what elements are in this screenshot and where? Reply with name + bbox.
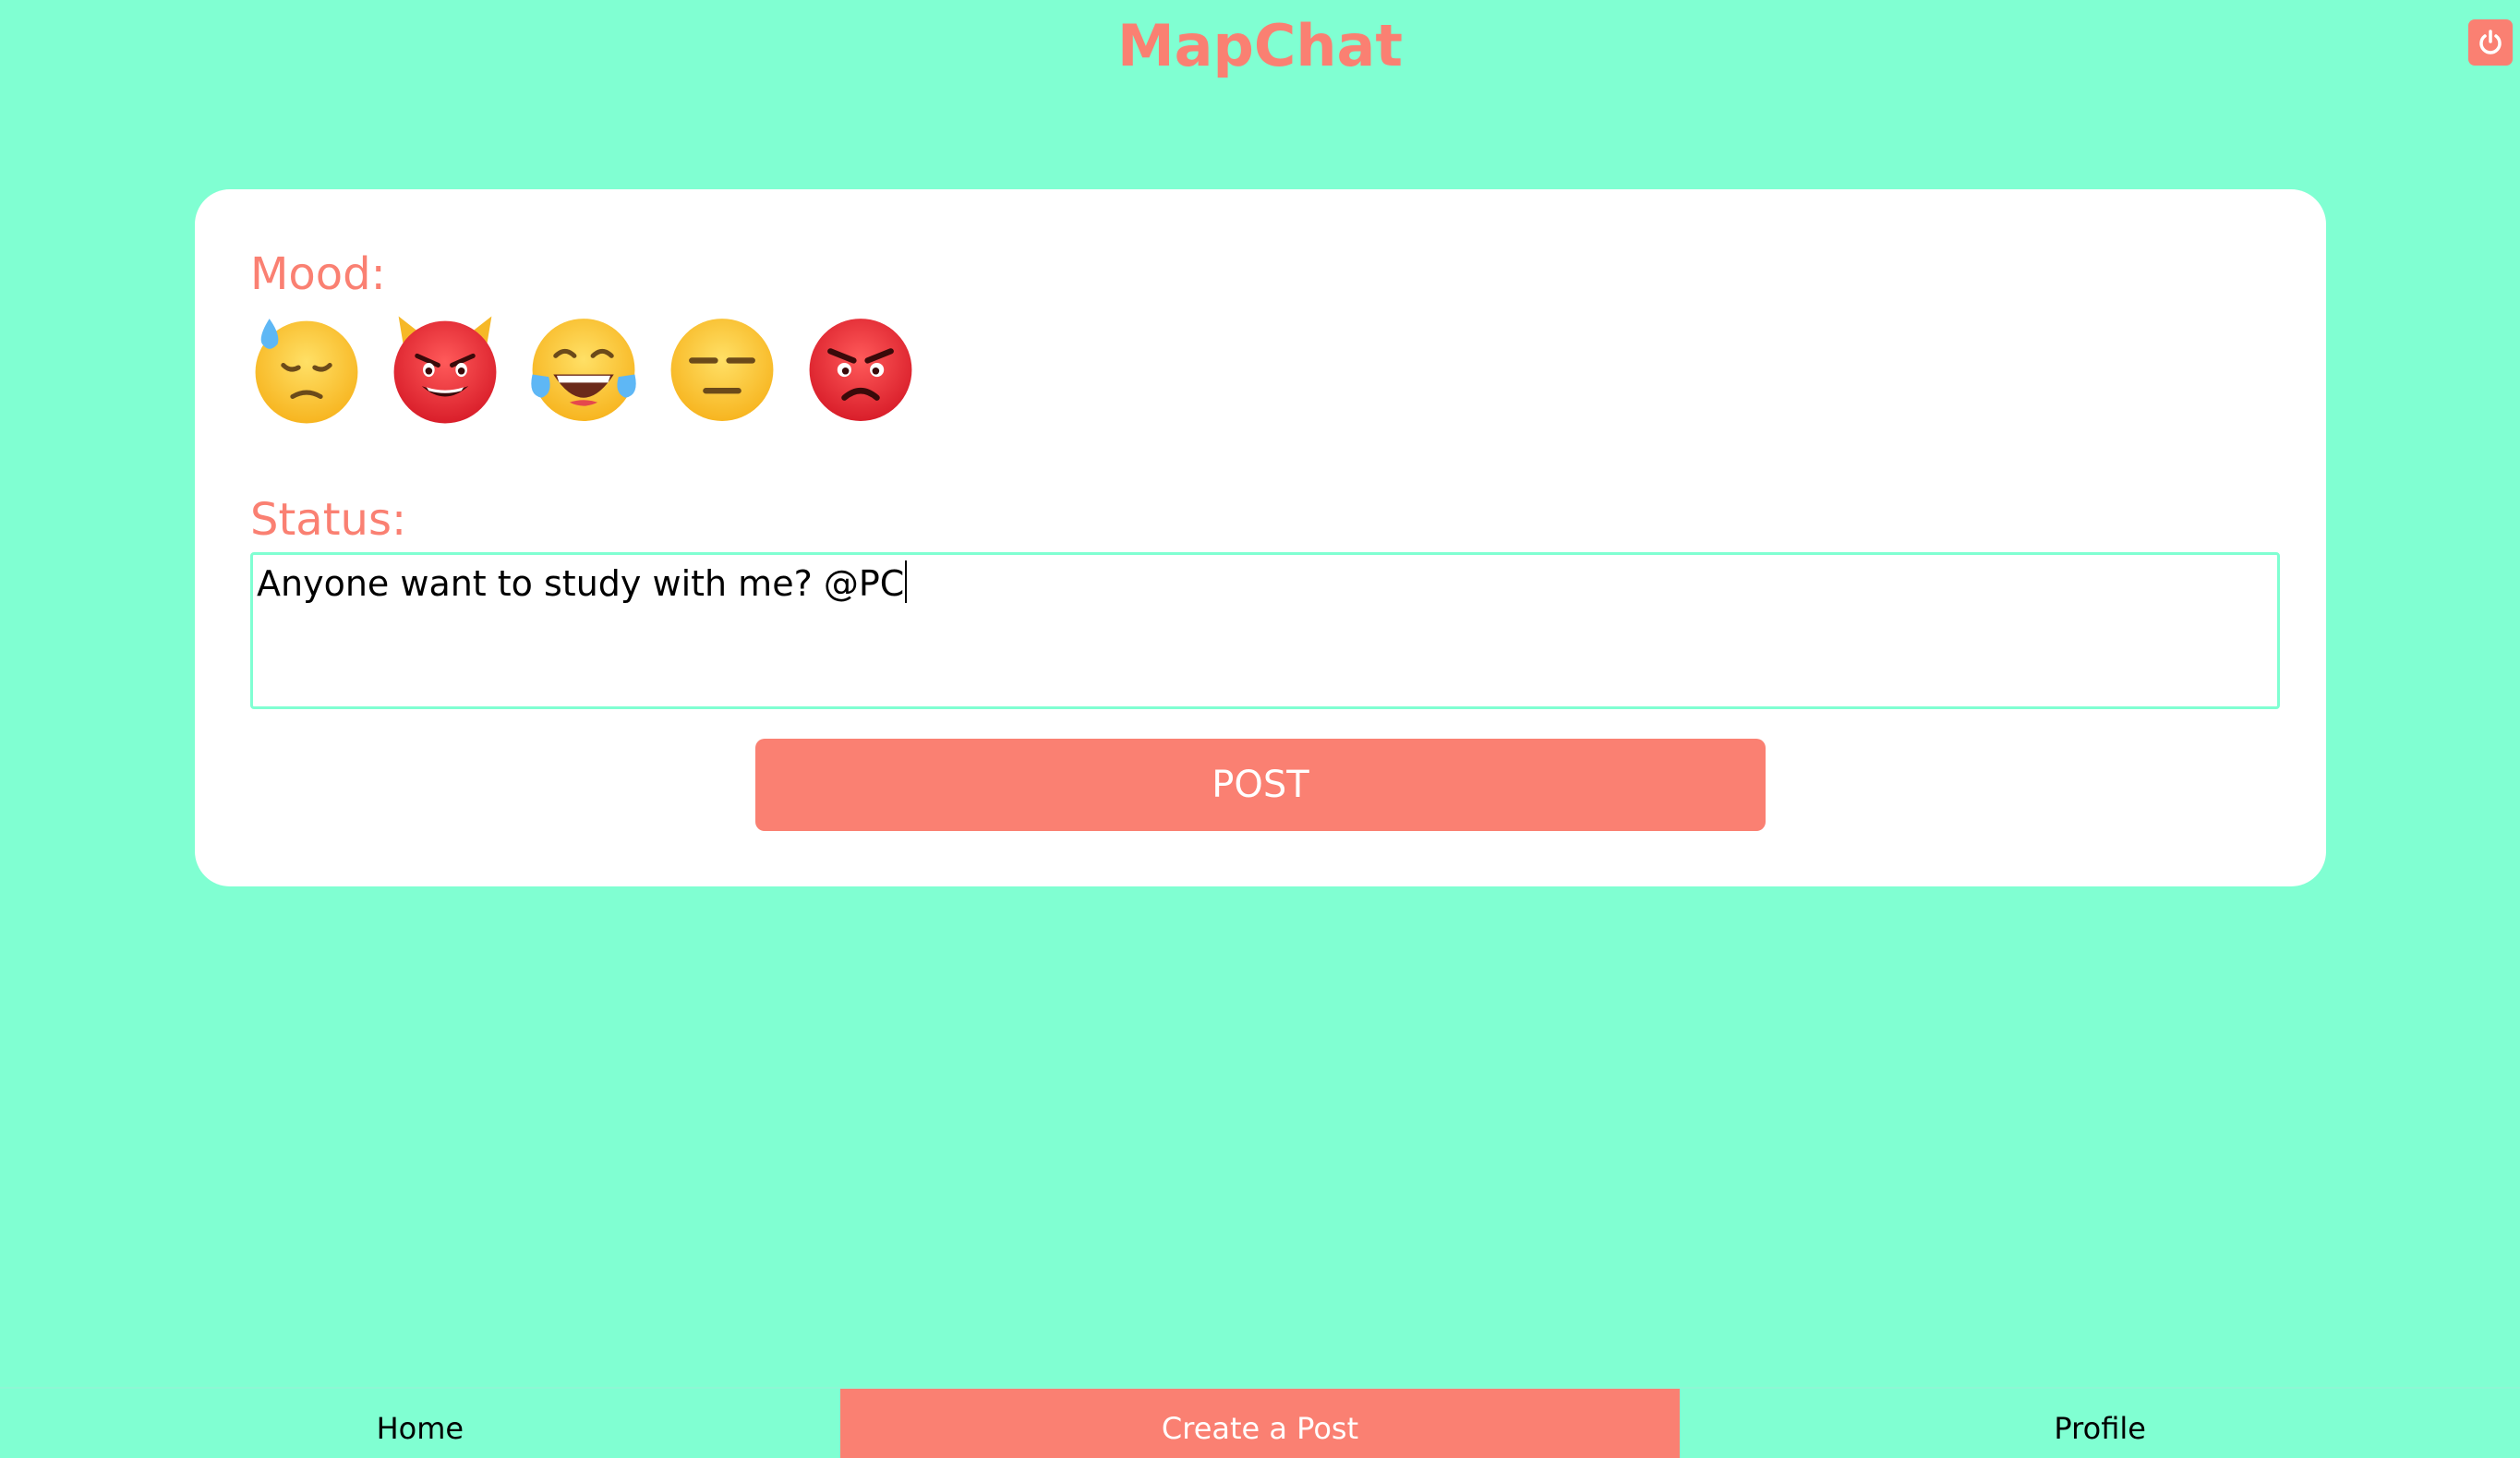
laughing-tears-emoji[interactable] xyxy=(525,309,642,426)
mapchat-page: MapChat Mood: Status: Anyone want to stu… xyxy=(0,0,2520,1458)
status-input[interactable]: Anyone want to study with me? @PC xyxy=(250,552,2280,709)
nav-create-post[interactable]: Create a Post xyxy=(839,1389,1681,1458)
bottom-nav: Home Create a Post Profile xyxy=(0,1387,2520,1458)
status-text: Anyone want to study with me? @PC xyxy=(257,563,905,604)
sad-sweat-emoji[interactable] xyxy=(248,309,365,426)
power-button[interactable] xyxy=(2468,19,2513,66)
nav-home[interactable]: Home xyxy=(0,1389,840,1458)
devil-emoji[interactable] xyxy=(387,309,503,426)
status-label: Status: xyxy=(250,494,407,546)
app-title: MapChat xyxy=(1116,12,1404,79)
nav-profile[interactable]: Profile xyxy=(1680,1389,2520,1458)
mood-label: Mood: xyxy=(250,248,386,300)
power-icon xyxy=(2479,30,2502,54)
angry-emoji[interactable] xyxy=(802,309,919,426)
mood-selector xyxy=(248,309,919,426)
expressionless-emoji[interactable] xyxy=(664,309,780,426)
post-button[interactable]: POST xyxy=(755,739,1766,831)
create-post-card: Mood: Status: Anyone want to study with … xyxy=(195,189,2326,886)
text-caret xyxy=(905,560,908,603)
